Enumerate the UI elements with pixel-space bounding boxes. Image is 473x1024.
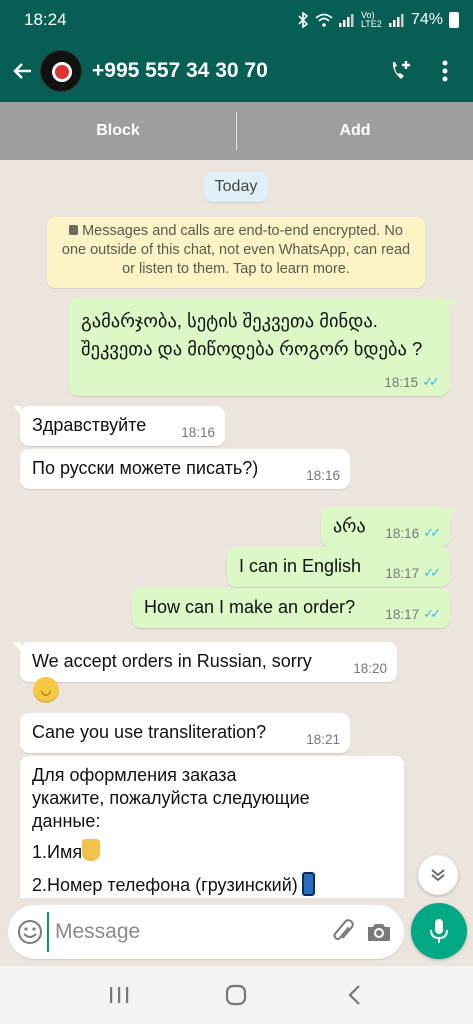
signal-icon bbox=[388, 14, 404, 27]
message-bubble-outgoing[interactable]: არა 18:16 ✓✓ bbox=[321, 507, 457, 547]
message-line-row: 1.Имя bbox=[32, 839, 315, 864]
camera-icon[interactable] bbox=[361, 910, 396, 954]
read-ticks-icon: ✓✓ bbox=[423, 525, 441, 540]
message-text: Здравствуйте bbox=[32, 415, 147, 435]
battery-icon bbox=[449, 12, 459, 28]
message-meta: 18:16 ✓✓ bbox=[385, 525, 441, 541]
message-bubble-outgoing[interactable]: გამარჯობა, სეტის შეკვეთა მინდა. შეკვეთა … bbox=[69, 298, 456, 396]
message-line: 1.Имя bbox=[32, 842, 83, 862]
lock-icon bbox=[69, 225, 79, 235]
signal-icon bbox=[338, 14, 354, 27]
message-text: გამარჯობა, სეტის შეკვეთა მინდა. შეკვეთა … bbox=[81, 310, 423, 359]
message-time: 18:16 bbox=[181, 425, 215, 440]
message-input[interactable] bbox=[47, 912, 326, 952]
add-contact-button[interactable]: Add bbox=[237, 122, 473, 140]
encryption-notice[interactable]: Messages and calls are end-to-end encryp… bbox=[47, 217, 425, 288]
message-text: Cane you use transliteration? bbox=[32, 722, 267, 742]
add-call-icon[interactable] bbox=[379, 49, 423, 93]
contact-name[interactable]: +995 557 34 30 70 bbox=[92, 59, 379, 83]
message-text: По русски можете писать?) bbox=[32, 458, 259, 478]
status-time: 18:24 bbox=[24, 10, 67, 29]
message-text: I can in English bbox=[239, 556, 362, 576]
message-line: укажите, пожалуйста следующие bbox=[32, 788, 310, 808]
message-time: 18:20 bbox=[353, 661, 387, 676]
victory-hand-emoji-icon bbox=[82, 839, 101, 861]
message-bubble-incoming[interactable]: Здравствуйте 18:16 bbox=[13, 406, 225, 446]
message-bubble-incoming[interactable]: Для оформления заказа укажите, пожалуйст… bbox=[20, 756, 404, 898]
mic-icon bbox=[430, 919, 448, 943]
message-line: Для оформления заказа bbox=[32, 765, 237, 785]
message-text: არა bbox=[333, 516, 366, 536]
message-time: 18:16 bbox=[385, 525, 420, 541]
message-meta: 18:21 bbox=[306, 732, 340, 747]
mobile-phone-emoji-icon bbox=[301, 872, 315, 896]
read-ticks-icon: ✓✓ bbox=[423, 606, 441, 621]
message-bubble-incoming[interactable]: Cane you use transliteration? 18:21 bbox=[20, 713, 350, 753]
home-icon[interactable] bbox=[216, 975, 256, 1015]
date-chip: Today bbox=[204, 172, 268, 202]
message-bubble-incoming[interactable]: We accept orders in Russian, sorry 18:20 bbox=[13, 642, 397, 682]
back-icon[interactable] bbox=[334, 975, 374, 1015]
unknown-contact-actions: Block Add bbox=[0, 102, 473, 160]
network-label: Vo) LTE2 bbox=[360, 10, 382, 29]
message-time: 18:17 bbox=[385, 565, 420, 581]
emoji-icon[interactable] bbox=[12, 910, 47, 954]
message-bubble-incoming[interactable]: По русски можете писать?) 18:16 bbox=[20, 449, 350, 489]
message-meta: 18:16 bbox=[181, 425, 215, 440]
chat-area[interactable]: Today Messages and calls are end-to-end … bbox=[0, 160, 473, 898]
message-text: We accept orders in Russian, sorry bbox=[32, 651, 312, 671]
message-body: Для оформления заказа укажите, пожалуйст… bbox=[32, 764, 315, 897]
mic-button[interactable] bbox=[411, 903, 467, 959]
message-time: 18:17 bbox=[385, 606, 420, 622]
avatar[interactable] bbox=[40, 50, 82, 92]
message-line: данные: bbox=[32, 811, 101, 831]
scroll-to-bottom-button[interactable] bbox=[418, 855, 458, 895]
message-time: 18:15 bbox=[384, 374, 419, 390]
message-text: How can I make an order? bbox=[144, 597, 356, 617]
message-bubble-outgoing[interactable]: I can in English 18:17 ✓✓ bbox=[227, 547, 450, 587]
message-bubble-outgoing[interactable]: How can I make an order? 18:17 ✓✓ bbox=[132, 588, 450, 628]
message-line-row: 2.Номер телефона (грузинский) bbox=[32, 872, 315, 897]
message-meta: 18:15 ✓✓ bbox=[384, 374, 440, 390]
laughing-emoji-icon: ◡ bbox=[33, 677, 59, 703]
status-bar: 18:24 Vo) LTE2 74% bbox=[0, 0, 473, 40]
bluetooth-icon bbox=[298, 12, 309, 28]
message-meta: 18:16 bbox=[306, 468, 340, 483]
block-button[interactable]: Block bbox=[0, 122, 236, 140]
chat-header: +995 557 34 30 70 bbox=[0, 40, 473, 102]
recent-apps-icon[interactable] bbox=[99, 975, 139, 1015]
battery-percent: 74% bbox=[410, 11, 443, 28]
message-meta: 18:17 ✓✓ bbox=[385, 565, 441, 581]
back-arrow-icon[interactable] bbox=[6, 54, 40, 88]
message-meta: 18:20 bbox=[353, 661, 387, 676]
message-composer bbox=[8, 905, 404, 959]
system-nav-bar bbox=[0, 966, 473, 1024]
wifi-icon bbox=[315, 13, 333, 27]
message-time: 18:16 bbox=[306, 468, 340, 483]
message-meta: 18:17 ✓✓ bbox=[385, 606, 441, 622]
encryption-text: Messages and calls are end-to-end encryp… bbox=[61, 223, 411, 277]
attach-icon[interactable] bbox=[326, 910, 361, 954]
status-icons: Vo) LTE2 74% bbox=[297, 11, 459, 29]
message-time: 18:21 bbox=[306, 732, 340, 747]
more-vert-icon[interactable] bbox=[423, 49, 467, 93]
read-ticks-icon: ✓✓ bbox=[422, 374, 440, 389]
chevron-double-down-icon bbox=[431, 869, 445, 882]
read-ticks-icon: ✓✓ bbox=[423, 565, 441, 580]
message-line: 2.Номер телефона (грузинский) bbox=[32, 875, 298, 895]
